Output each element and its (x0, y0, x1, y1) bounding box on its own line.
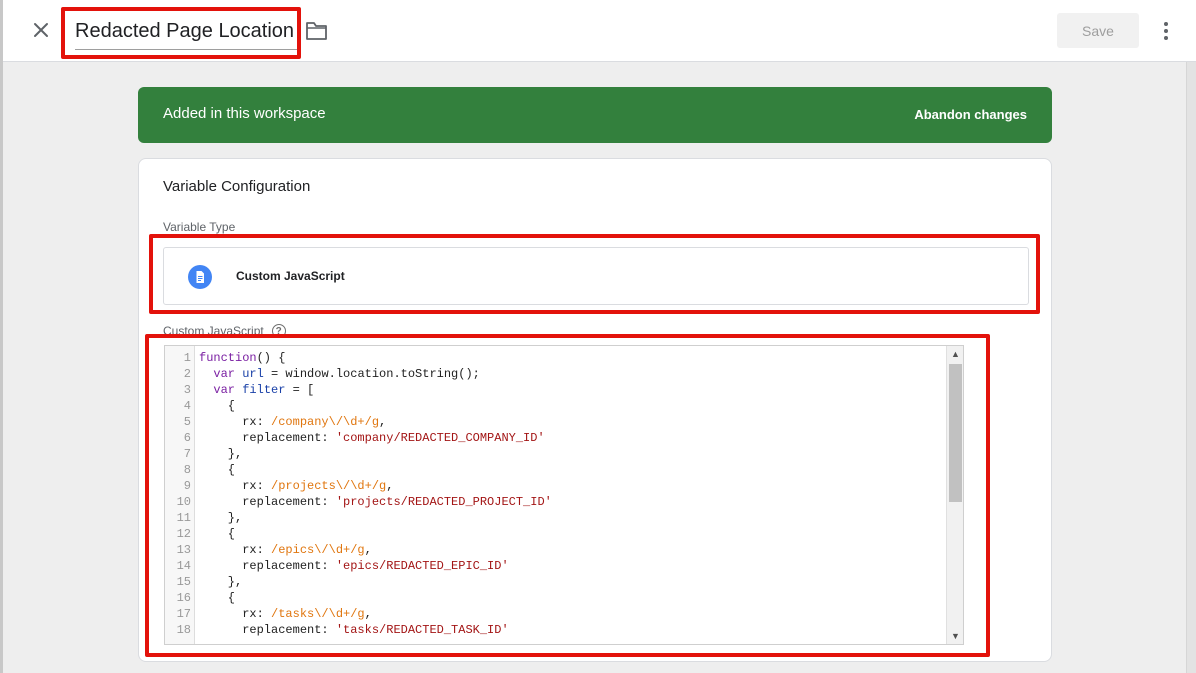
line-number: 5 (183, 415, 191, 429)
variable-type-name: Custom JavaScript (236, 269, 345, 283)
folder-button[interactable] (305, 20, 331, 44)
line-number: 10 (176, 495, 191, 509)
line-number: 6 (183, 431, 191, 445)
workspace-banner: Added in this workspace Abandon changes (138, 87, 1052, 143)
code-line: 15 }, (165, 574, 945, 590)
line-number: 9 (183, 479, 191, 493)
close-icon (34, 23, 48, 37)
code-text: }, (199, 447, 243, 461)
line-number: 7 (183, 447, 191, 461)
banner-message: Added in this workspace (163, 105, 326, 122)
line-number: 13 (176, 543, 191, 557)
code-lines: 1 function() {2 var url = window.location… (165, 350, 945, 638)
line-number: 15 (176, 575, 191, 589)
line-number: 8 (183, 463, 191, 477)
chevron-up-icon[interactable]: ▲ (947, 346, 963, 362)
close-button[interactable] (27, 16, 55, 44)
custom-javascript-label: Custom JavaScript ? (163, 324, 286, 338)
code-line: 13 rx: /epics\/\d+/g, (165, 542, 945, 558)
line-number: 12 (176, 527, 191, 541)
code-text: function() { (199, 351, 286, 365)
line-number: 18 (176, 623, 191, 637)
code-text: { (199, 399, 236, 413)
code-text: replacement: 'tasks/REDACTED_TASK_ID' (199, 623, 509, 637)
code-line: 9 rx: /projects\/\d+/g, (165, 478, 945, 494)
variable-configuration-card: Variable Configuration Variable Type Cus… (138, 158, 1052, 662)
code-text: var url = window.location.toString(); (213, 367, 480, 381)
code-line: 5 rx: /company\/\d+/g, (165, 414, 945, 430)
code-scrollbar[interactable]: ▲ ▼ (946, 346, 963, 644)
code-text: var filter = [ (213, 383, 315, 397)
code-line: 2 var url = window.location.toString(); (165, 366, 945, 382)
code-line: 3 var filter = [ (165, 382, 945, 398)
line-number: 4 (183, 399, 191, 413)
variable-type-selector[interactable]: Custom JavaScript (163, 247, 1029, 305)
code-line: 1 function() { (165, 350, 945, 366)
code-line: 8 { (165, 462, 945, 478)
code-line: 6 replacement: 'company/REDACTED_COMPANY… (165, 430, 945, 446)
help-icon[interactable]: ? (271, 324, 286, 338)
code-editor[interactable]: 1 function() {2 var url = window.location… (164, 345, 964, 645)
code-line: 17 rx: /tasks\/\d+/g, (165, 606, 945, 622)
code-text: replacement: 'epics/REDACTED_EPIC_ID' (199, 559, 509, 573)
chevron-down-icon[interactable]: ▼ (947, 628, 963, 644)
line-number: 17 (176, 607, 191, 621)
top-bar: Redacted Page Location Save (3, 0, 1196, 62)
code-line: 14 replacement: 'epics/REDACTED_EPIC_ID' (165, 558, 945, 574)
code-text: replacement: 'projects/REDACTED_PROJECT_… (199, 495, 552, 509)
code-text: rx: /projects\/\d+/g, (199, 479, 394, 493)
code-line: 10 replacement: 'projects/REDACTED_PROJE… (165, 494, 945, 510)
code-line: 12 { (165, 526, 945, 542)
abandon-changes-button[interactable]: Abandon changes (914, 107, 1027, 122)
line-number: 11 (176, 511, 191, 525)
line-number: 3 (183, 383, 191, 397)
code-text: rx: /tasks\/\d+/g, (199, 607, 372, 621)
custom-javascript-label-text: Custom JavaScript (163, 324, 264, 338)
variable-type-label: Variable Type (163, 220, 236, 234)
code-text: rx: /epics\/\d+/g, (199, 543, 372, 557)
window-edge (0, 0, 3, 673)
page-scrollbar[interactable] (1186, 62, 1196, 673)
code-text: { (199, 463, 236, 477)
variable-name-input[interactable]: Redacted Page Location (75, 14, 297, 50)
code-text: { (199, 591, 236, 605)
code-text: replacement: 'company/REDACTED_COMPANY_I… (199, 431, 545, 445)
line-number: 2 (183, 367, 191, 381)
folder-icon (306, 22, 327, 40)
code-line: 7 }, (165, 446, 945, 462)
line-number: 1 (183, 351, 191, 365)
document-icon (188, 265, 212, 289)
code-line: 4 { (165, 398, 945, 414)
code-text: { (199, 527, 236, 541)
line-number: 16 (176, 591, 191, 605)
code-line: 18 replacement: 'tasks/REDACTED_TASK_ID' (165, 622, 945, 638)
line-number: 14 (176, 559, 191, 573)
scrollbar-thumb[interactable] (949, 364, 962, 502)
more-vert-icon[interactable] (1157, 19, 1175, 43)
code-line: 16 { (165, 590, 945, 606)
save-button[interactable]: Save (1057, 13, 1139, 48)
code-line: 11 }, (165, 510, 945, 526)
code-text: }, (199, 575, 243, 589)
code-text: rx: /company\/\d+/g, (199, 415, 387, 429)
code-text: }, (199, 511, 243, 525)
card-title: Variable Configuration (163, 178, 311, 195)
